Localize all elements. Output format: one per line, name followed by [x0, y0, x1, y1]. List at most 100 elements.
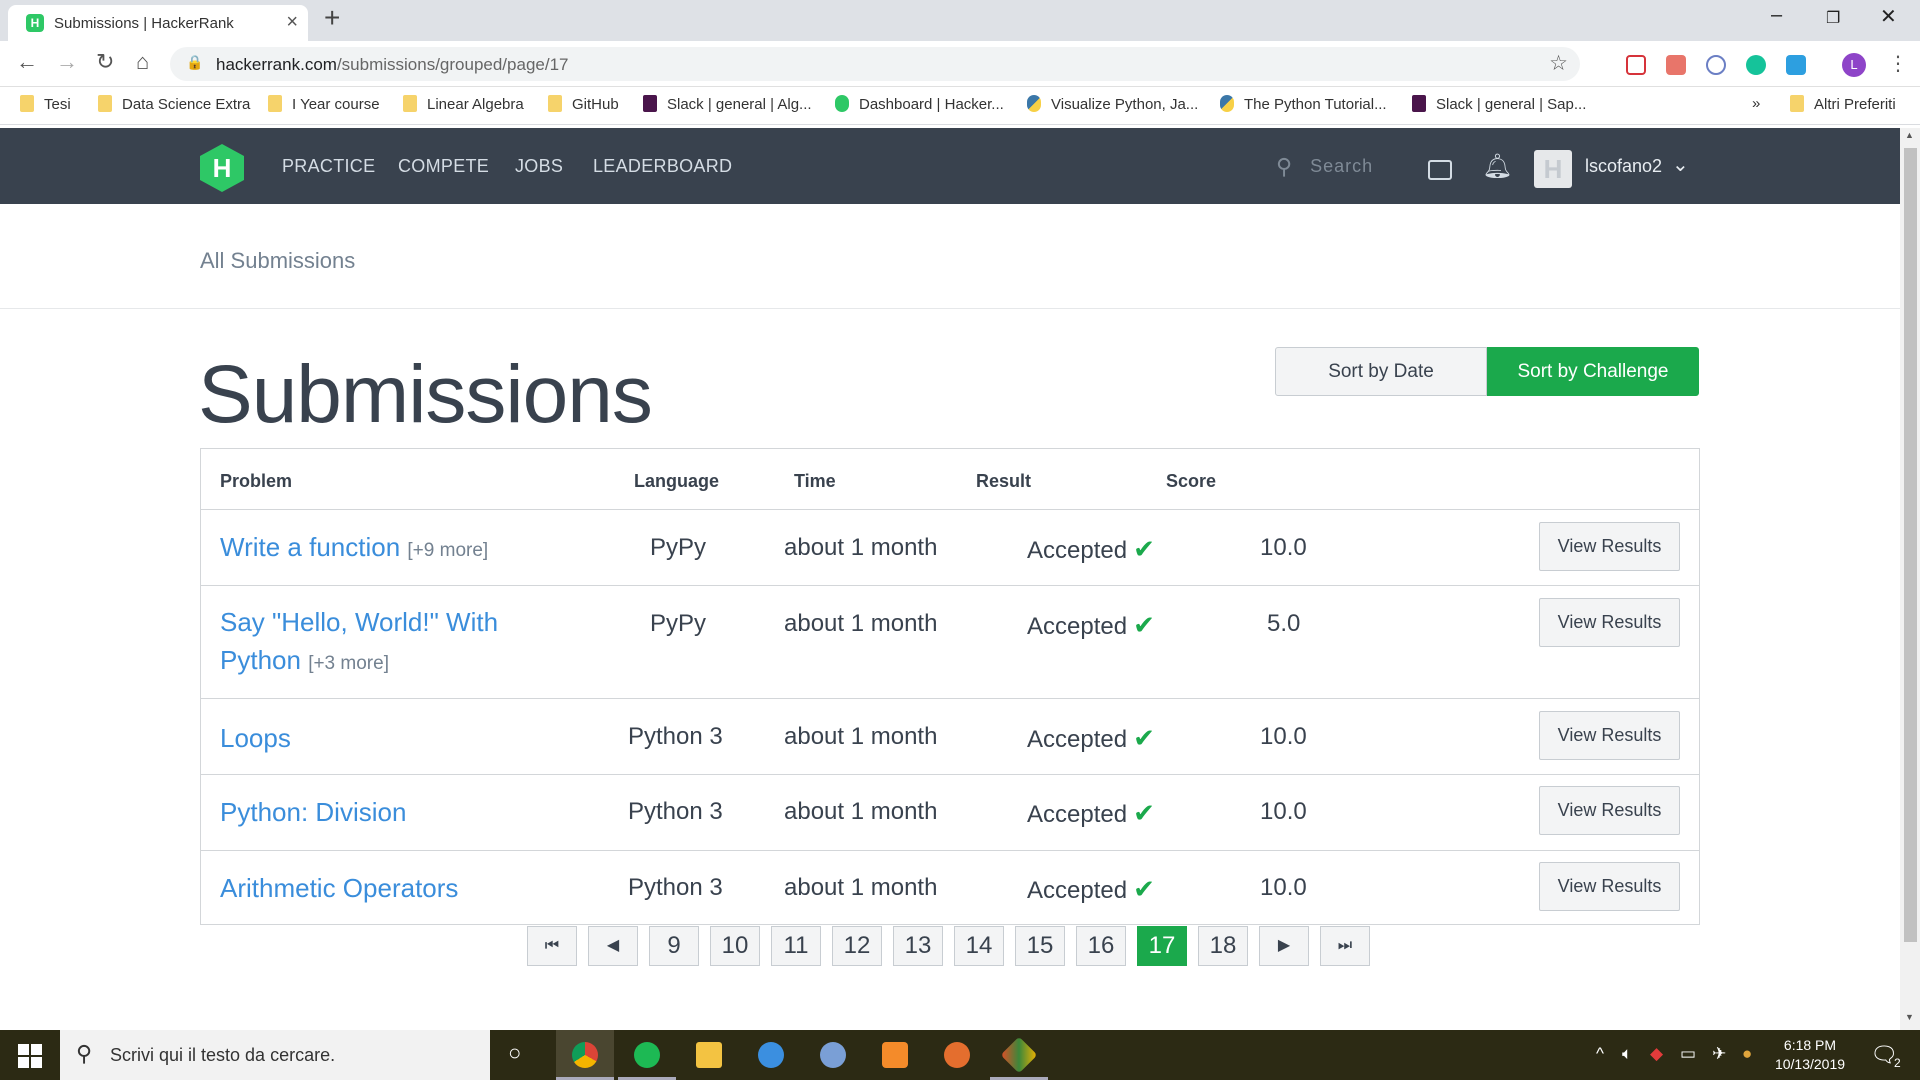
- jupyter-taskbar-icon[interactable]: [928, 1030, 986, 1080]
- hackerrank-logo-icon[interactable]: H: [198, 142, 246, 194]
- first-page-icon[interactable]: ⏮: [527, 926, 577, 966]
- problem-link[interactable]: Loops: [220, 723, 291, 753]
- block-extension-icon[interactable]: [1706, 55, 1726, 75]
- minimize-icon[interactable]: –: [1771, 4, 1782, 27]
- bookmark-item[interactable]: Dashboard | Hacker...: [835, 95, 1004, 117]
- system-clock[interactable]: 6:18 PM 10/13/2019: [1760, 1036, 1860, 1074]
- bookmarks-overflow[interactable]: »: [1752, 95, 1760, 117]
- nav-compete[interactable]: COMPETE: [398, 156, 489, 177]
- result-cell: Accepted ✔: [1027, 610, 1155, 641]
- view-results-button[interactable]: View Results: [1539, 862, 1680, 911]
- site-search[interactable]: ⚲ Search: [1276, 154, 1373, 180]
- windows-start-icon[interactable]: [18, 1044, 42, 1068]
- explorer-taskbar-icon[interactable]: [680, 1030, 738, 1080]
- bookmark-label: GitHub: [572, 96, 619, 113]
- jupyter-icon: [944, 1042, 970, 1068]
- reload-icon[interactable]: ↻: [96, 49, 114, 75]
- page-button[interactable]: 13: [893, 926, 943, 966]
- taskbar-search-placeholder: Scrivi qui il testo da cercare.: [110, 1045, 336, 1065]
- check-icon: ✔: [1133, 723, 1155, 753]
- grammarly-extension-icon[interactable]: [1746, 55, 1766, 75]
- more-attempts[interactable]: [+3 more]: [308, 653, 389, 674]
- chrome-taskbar-icon[interactable]: [556, 1030, 614, 1080]
- bookmark-item[interactable]: GitHub: [548, 95, 619, 117]
- forward-icon[interactable]: →: [56, 49, 78, 75]
- back-icon[interactable]: ←: [16, 49, 38, 75]
- other-bookmarks[interactable]: Altri Preferiti: [1790, 95, 1896, 117]
- page-button[interactable]: 12: [832, 926, 882, 966]
- sort-by-challenge-button[interactable]: Sort by Challenge: [1487, 347, 1699, 396]
- address-bar[interactable]: 🔒 hackerrank.com/submissions/grouped/pag…: [170, 47, 1580, 81]
- bookmark-item[interactable]: Tesi: [20, 95, 71, 117]
- problem-link[interactable]: Python: Division: [220, 797, 406, 827]
- git-taskbar-icon[interactable]: [990, 1030, 1048, 1080]
- bookmark-label: Linear Algebra: [427, 96, 524, 113]
- page-button[interactable]: 11: [771, 926, 821, 966]
- notifications-bell-icon[interactable]: 🔔︎: [1482, 152, 1512, 181]
- nav-jobs[interactable]: JOBS: [515, 156, 563, 177]
- weather-icon[interactable]: ●: [1742, 1044, 1752, 1064]
- sublime-taskbar-icon[interactable]: [866, 1030, 924, 1080]
- page-button[interactable]: 18: [1198, 926, 1248, 966]
- bookmark-item[interactable]: Data Science Extra: [98, 95, 250, 117]
- bookmark-item[interactable]: Slack | general | Sap...: [1412, 95, 1586, 117]
- airplane-mode-icon[interactable]: ✈: [1712, 1044, 1726, 1064]
- previous-page-icon[interactable]: ◀: [588, 926, 638, 966]
- scroll-up-icon[interactable]: ▲: [1905, 130, 1914, 140]
- view-results-button[interactable]: View Results: [1539, 522, 1680, 571]
- bookmark-item[interactable]: Slack | general | Alg...: [643, 95, 812, 117]
- volume-icon[interactable]: 🔈︎: [1622, 1044, 1632, 1064]
- home-icon[interactable]: ⌂: [136, 49, 149, 75]
- breadcrumb[interactable]: All Submissions: [200, 248, 355, 274]
- header-result: Result: [976, 471, 1032, 491]
- view-results-button[interactable]: View Results: [1539, 711, 1680, 760]
- new-tab-icon[interactable]: +: [324, 2, 340, 34]
- clock-time: 6:18 PM: [1783, 1037, 1837, 1053]
- window-close-icon[interactable]: ✕: [1880, 4, 1897, 29]
- page-button-current[interactable]: 17: [1137, 926, 1187, 966]
- pocket-extension-icon[interactable]: [1626, 55, 1646, 75]
- battery-icon[interactable]: ▭: [1680, 1044, 1696, 1064]
- nav-practice[interactable]: PRACTICE: [282, 156, 375, 177]
- r-taskbar-icon[interactable]: [804, 1030, 862, 1080]
- browser-tab[interactable]: H Submissions | HackerRank ×: [8, 5, 308, 41]
- problem-link[interactable]: Write a function: [220, 532, 400, 562]
- page-button[interactable]: 9: [649, 926, 699, 966]
- bookmark-item[interactable]: I Year course: [268, 95, 380, 117]
- sort-by-date-button[interactable]: Sort by Date: [1275, 347, 1487, 396]
- chevron-down-icon[interactable]: ⌄: [1672, 152, 1689, 177]
- view-results-button[interactable]: View Results: [1539, 786, 1680, 835]
- bookmark-item[interactable]: The Python Tutorial...: [1220, 95, 1387, 117]
- user-avatar[interactable]: H: [1534, 150, 1572, 188]
- tray-overflow-icon[interactable]: ^: [1596, 1044, 1604, 1064]
- page-button[interactable]: 14: [954, 926, 1004, 966]
- more-attempts[interactable]: [+9 more]: [407, 540, 488, 561]
- close-tab-icon[interactable]: ×: [286, 11, 298, 34]
- taskbar-search[interactable]: ⚲ Scrivi qui il testo da cercare.: [60, 1030, 490, 1080]
- problem-link[interactable]: Arithmetic Operators: [220, 873, 458, 903]
- nav-leaderboard[interactable]: LEADERBOARD: [593, 156, 732, 177]
- messages-icon[interactable]: [1428, 160, 1452, 180]
- scrollbar-thumb[interactable]: [1904, 148, 1917, 942]
- antivirus-icon[interactable]: ◆: [1650, 1044, 1663, 1064]
- window-extension-icon[interactable]: [1786, 55, 1806, 75]
- bookmark-star-icon[interactable]: ☆: [1549, 51, 1568, 76]
- bookmark-item[interactable]: Linear Algebra: [403, 95, 524, 117]
- pdf-extension-icon[interactable]: [1666, 55, 1686, 75]
- result-text: Accepted: [1027, 726, 1128, 753]
- scroll-down-icon[interactable]: ▼: [1905, 1012, 1914, 1022]
- page-button[interactable]: 10: [710, 926, 760, 966]
- browser-menu-icon[interactable]: ⋮: [1888, 51, 1908, 76]
- last-page-icon[interactable]: ⏭: [1320, 926, 1370, 966]
- spotify-taskbar-icon[interactable]: [618, 1030, 676, 1080]
- profile-avatar[interactable]: L: [1842, 53, 1866, 77]
- bookmark-item[interactable]: Visualize Python, Ja...: [1027, 95, 1198, 117]
- page-button[interactable]: 16: [1076, 926, 1126, 966]
- cortana-icon[interactable]: ○: [508, 1040, 521, 1066]
- username[interactable]: lscofano2: [1585, 156, 1662, 177]
- restore-icon[interactable]: ❐: [1826, 8, 1840, 28]
- page-button[interactable]: 15: [1015, 926, 1065, 966]
- next-page-icon[interactable]: ▶: [1259, 926, 1309, 966]
- cloud-taskbar-icon[interactable]: [742, 1030, 800, 1080]
- view-results-button[interactable]: View Results: [1539, 598, 1680, 647]
